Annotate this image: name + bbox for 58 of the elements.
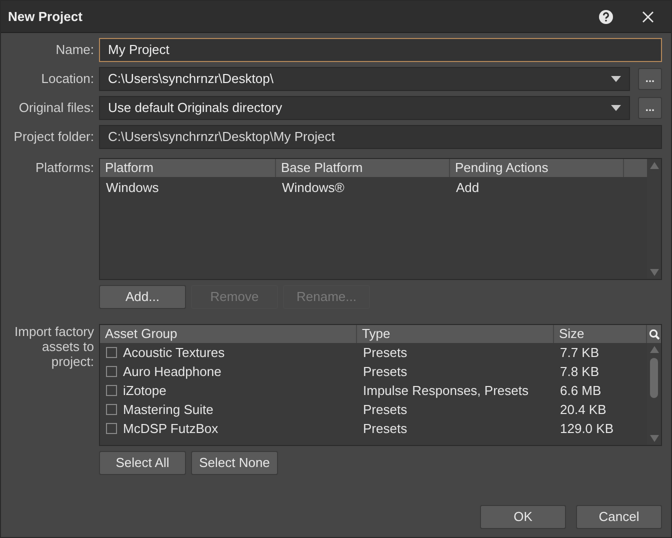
scroll-down-arrow-icon[interactable] [650,435,658,442]
table-cell-text: 129.0 KB [559,420,614,438]
table-cell-text: Presets [362,344,408,362]
table-cell-text: iZotope [123,382,166,400]
button[interactable]: Select None [191,451,278,475]
button[interactable]: Add... [99,285,186,309]
table-cell-text: 6.6 MB [559,382,602,400]
table-cell-text: Presets [362,362,408,381]
column-header[interactable]: Asset Group [100,325,357,343]
column-header[interactable]: Base Platform [276,159,450,177]
scrollbar[interactable] [647,159,661,279]
button[interactable]: Cancel [576,505,662,529]
scrollbar[interactable] [647,343,661,445]
table-cell-text: Presets [362,420,408,438]
checkbox[interactable] [106,347,117,358]
checkbox[interactable] [106,385,117,396]
scroll-up-arrow-icon[interactable] [650,346,658,353]
scroll-down-arrow-icon[interactable] [650,269,658,276]
table-cell-text: Auro Headphone [123,362,222,381]
table-cell-text: Impulse Responses, Presets [362,382,530,400]
text-field[interactable]: C:\Users\synchrnzr\Desktop\My Project [99,125,662,149]
table-cell-text: Mastering Suite [123,400,214,419]
text-field[interactable]: My Project [99,38,662,62]
browse-button[interactable]: ... [638,68,662,90]
table-cell-text: Presets [362,400,408,419]
section-label: Import factory assets to project: [14,324,94,371]
scroll-up-arrow-icon[interactable] [650,162,658,169]
window-title: New Project [8,8,82,26]
checkbox[interactable] [106,366,117,377]
table-cell-text: 20.4 KB [559,400,608,419]
table-cell-text: McDSP FutzBox [123,420,218,438]
search-icon[interactable] [648,328,660,340]
field-label: Project folder: [12,128,94,146]
dropdown-caret-icon [611,76,621,82]
table-cell-text: 7.7 KB [559,344,600,362]
scrollbar-thumb[interactable] [650,358,658,398]
dropdown-field[interactable]: C:\Users\synchrnzr\Desktop\ [99,67,630,91]
checkbox[interactable] [106,404,117,415]
field-label: Original files: [18,99,94,118]
field-label: Name: [54,41,94,60]
dropdown-field[interactable]: Use default Originals directory [99,96,630,120]
help-icon[interactable] [599,10,613,24]
table-cell-text: Windows® [281,179,346,198]
column-header[interactable]: Pending Actions [450,159,624,177]
field-label: Location: [40,70,94,88]
table-cell-text: Add [455,179,480,198]
column-header[interactable]: Type [357,325,554,343]
column-header[interactable]: Platform [100,159,276,177]
close-icon[interactable] [642,10,654,22]
table-cell-text: Acoustic Textures [123,344,225,362]
dropdown-caret-icon [611,105,621,111]
section-label: Platforms: [34,159,94,177]
button[interactable]: Select All [99,451,186,475]
button[interactable]: OK [480,505,566,529]
browse-button[interactable]: ... [638,97,662,119]
table-cell-text: Windows [105,179,160,198]
checkbox[interactable] [106,423,117,434]
table-cell-text: 7.8 KB [559,362,600,381]
